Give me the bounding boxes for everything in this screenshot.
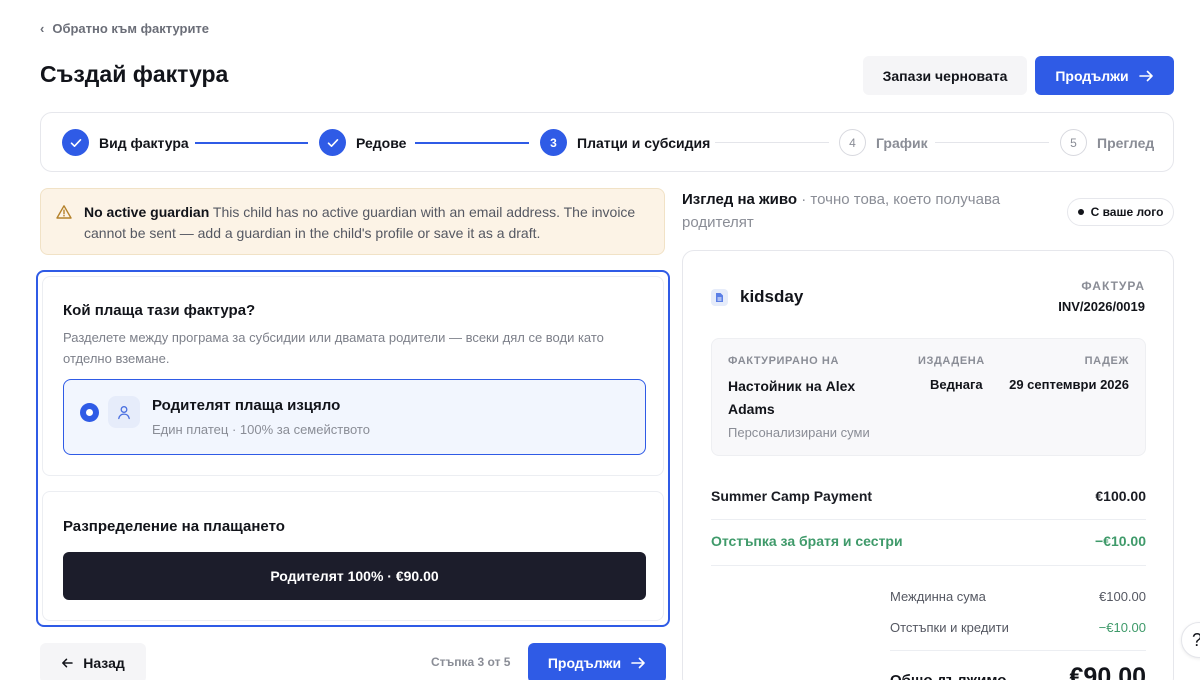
payer-option-parent-full[interactable]: Родителят плаща изцяло Един платец · 100… <box>63 379 646 455</box>
subtotal-row: Междинна сума €100.00 <box>890 589 1146 604</box>
step-number: 3 <box>540 129 567 156</box>
question-icon: ? <box>1192 630 1200 651</box>
discounts-label: Отстъпки и кредити <box>890 620 1009 635</box>
payer-description: Разделете между програма за субсидии или… <box>63 330 604 366</box>
line-item-label: Отстъпка за братя и сестри <box>711 533 903 549</box>
payer-section: Кой плаща тази фактура? Разделете между … <box>36 270 670 627</box>
page-title: Създай фактура <box>40 61 229 87</box>
step-number: 4 <box>839 129 866 156</box>
arrow-right-icon <box>631 657 645 669</box>
line-item-amount: €100.00 <box>1095 488 1146 504</box>
step-connector <box>935 142 1049 143</box>
billing-details: ФАКТУРИРАНО НА ИЗДАДЕНА ПАДЕЖ Настойник … <box>711 338 1146 456</box>
preview-title: Изглед на живо <box>682 191 798 208</box>
invoice-preview: kidsday ФАКТУРА INV/2026/0019 ФАКТУРИРАН… <box>682 250 1174 680</box>
back-to-invoices-link[interactable]: ‹ Обратно към фактурите <box>40 21 209 36</box>
brand-name: kidsday <box>740 287 804 306</box>
progress-stepper: Вид фактура Редове 3 Платци и субсидия 4… <box>40 112 1174 172</box>
step-number: 5 <box>1060 129 1087 156</box>
alert-text: No active guardian This child has no act… <box>84 202 654 244</box>
invoice-type-label: ФАКТУРА <box>1081 279 1145 293</box>
brand: kidsday <box>711 287 803 307</box>
step-payers-subsidy[interactable]: 3 Платци и субсидия <box>540 129 710 156</box>
option-title: Родителят плаща изцяло <box>152 397 341 414</box>
step-review[interactable]: 5 Преглед <box>1060 129 1154 156</box>
due-caption: ПАДЕЖ <box>1084 355 1129 367</box>
help-button[interactable]: ? <box>1181 622 1200 658</box>
divider <box>711 519 1146 520</box>
billed-to-caption: ФАКТУРИРАНО НА <box>728 355 840 367</box>
warning-icon <box>56 205 72 219</box>
total-due-row: Общо дължимо €90.00 <box>890 663 1146 680</box>
continue-button-top[interactable]: Продължи <box>1035 56 1174 95</box>
step-connector <box>415 142 529 144</box>
line-item-amount: −€10.00 <box>1095 533 1146 549</box>
save-draft-button[interactable]: Запази черновата <box>863 56 1027 95</box>
check-icon <box>62 129 89 156</box>
logo-badge-label: С ваше лого <box>1090 205 1164 219</box>
logo-badge[interactable]: С ваше лого <box>1067 198 1174 226</box>
radio-selected[interactable] <box>80 403 99 422</box>
step-label: Вид фактура <box>99 134 189 151</box>
step-connector <box>195 142 308 144</box>
chevron-left-icon: ‹ <box>40 21 45 36</box>
step-connector <box>715 142 829 143</box>
distribution-heading: Разпределение на плащането <box>63 518 285 535</box>
back-to-invoices-label: Обратно към фактурите <box>52 21 210 36</box>
continue-label: Продължи <box>547 655 622 671</box>
divider <box>890 650 1146 651</box>
divider <box>711 565 1146 566</box>
discounts-value: −€10.00 <box>1098 620 1146 635</box>
line-item: Summer Camp Payment €100.00 <box>711 488 1146 504</box>
back-label: Назад <box>83 655 125 671</box>
discounts-row: Отстъпки и кредити −€10.00 <box>890 620 1146 635</box>
no-guardian-alert: No active guardian This child has no act… <box>40 188 665 255</box>
step-lines[interactable]: Редове <box>319 129 406 156</box>
total-due-label: Общо дължимо <box>890 672 1006 680</box>
step-label: Преглед <box>1097 134 1155 151</box>
step-label: Платци и субсидия <box>577 134 711 151</box>
step-label: График <box>876 134 928 151</box>
check-icon <box>319 129 346 156</box>
continue-label: Продължи <box>1055 67 1129 84</box>
step-invoice-type[interactable]: Вид фактура <box>62 129 189 156</box>
step-counter: Стъпка 3 от 5 <box>431 655 511 669</box>
invoice-number: INV/2026/0019 <box>1058 299 1145 314</box>
line-item-label: Summer Camp Payment <box>711 488 873 504</box>
total-due-value: €90.00 <box>1069 663 1146 680</box>
billed-to-subtitle: Персонализирани суми <box>728 425 870 440</box>
live-preview-heading: Изглед на живо · точно това, което получ… <box>682 188 1052 234</box>
billed-to-name: Настойник на Alex Adams <box>728 378 856 417</box>
issued-value: Веднага <box>930 377 983 392</box>
due-value: 29 септември 2026 <box>1009 377 1129 392</box>
back-button[interactable]: Назад <box>40 643 146 680</box>
payer-card: Кой плаща тази фактура? Разделете между … <box>42 276 664 476</box>
continue-button-bottom[interactable]: Продължи <box>528 643 666 680</box>
arrow-left-icon <box>62 658 73 668</box>
step-schedule[interactable]: 4 График <box>839 129 928 156</box>
issued-caption: ИЗДАДЕНА <box>918 355 985 367</box>
distribution-bar: Родителят 100% · €90.00 <box>63 552 646 600</box>
dot-icon <box>1077 209 1084 215</box>
payer-heading: Кой плаща тази фактура? <box>63 302 256 319</box>
user-icon <box>108 396 140 428</box>
subtotal-label: Междинна сума <box>890 589 986 604</box>
distribution-card: Разпределение на плащането Родителят 100… <box>42 491 664 621</box>
step-label: Редове <box>356 134 407 151</box>
alert-title: No active guardian <box>84 204 210 220</box>
document-icon <box>711 288 728 306</box>
arrow-right-icon <box>1138 70 1153 81</box>
discount-line-item: Отстъпка за братя и сестри −€10.00 <box>711 533 1146 549</box>
subtotal-value: €100.00 <box>1099 589 1146 604</box>
option-subtitle: Един платец · 100% за семейството <box>152 422 370 437</box>
